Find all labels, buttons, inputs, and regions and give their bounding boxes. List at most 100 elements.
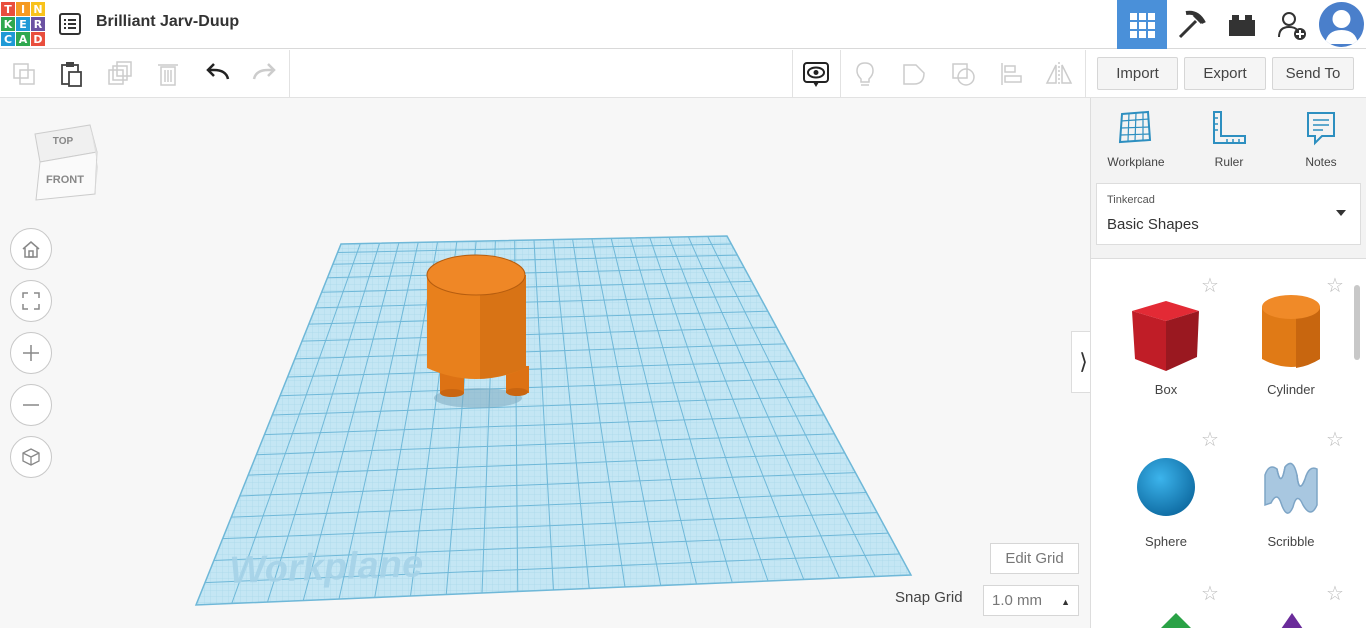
show-all-icon bbox=[803, 62, 829, 87]
shapes-panel: Workplane Ruler Notes Tinkercad Basic Sh… bbox=[1090, 98, 1366, 628]
delete-icon bbox=[158, 64, 178, 86]
library-source: Tinkercad bbox=[1107, 194, 1155, 206]
toolbar-divider bbox=[792, 50, 793, 98]
copy-button[interactable] bbox=[8, 58, 40, 90]
box-shape-icon bbox=[1132, 301, 1199, 371]
library-name: Basic Shapes bbox=[1107, 216, 1199, 233]
redo-icon bbox=[252, 63, 276, 80]
cylinder-shape-icon bbox=[1262, 295, 1320, 368]
zoom-out-icon bbox=[23, 404, 39, 406]
partial-shape-icon bbox=[1281, 613, 1303, 628]
workplane-tool-label: Workplane bbox=[1107, 155, 1165, 169]
zoom-in-icon bbox=[23, 345, 39, 361]
favorite-star-icon[interactable]: ☆ bbox=[1326, 581, 1344, 606]
shapes-grid: ☆ ☆ ☆ ☆ ☆ ☆ Box Cylinder Sphere Scribble bbox=[1091, 258, 1366, 628]
show-all-button[interactable] bbox=[800, 58, 832, 90]
snap-grid-label: Snap Grid bbox=[895, 589, 963, 606]
tinkercad-app: T I N K E R C A D Brilliant Jarv-Duup Im… bbox=[0, 0, 1366, 628]
minecraft-view-button[interactable] bbox=[1167, 0, 1217, 49]
shape-scribble[interactable]: Scribble bbox=[1236, 445, 1346, 549]
edit-grid-button[interactable]: Edit Grid bbox=[990, 543, 1079, 574]
avatar-person-icon bbox=[1325, 10, 1358, 44]
view-cube[interactable]: TOP FRONT bbox=[30, 122, 100, 204]
shape-sphere-label: Sphere bbox=[1145, 534, 1187, 549]
export-button[interactable]: Export bbox=[1184, 57, 1266, 90]
send-to-button[interactable]: Send To bbox=[1272, 57, 1354, 90]
undo-icon bbox=[206, 63, 230, 80]
paste-icon bbox=[61, 62, 82, 87]
tinkercad-logo[interactable]: T I N K E R C A D bbox=[1, 2, 46, 47]
bricks-icon bbox=[1229, 14, 1255, 36]
invite-user-button[interactable] bbox=[1267, 0, 1317, 49]
caret-down-icon bbox=[1336, 210, 1346, 216]
ruler-tool-label: Ruler bbox=[1214, 155, 1244, 169]
duplicate-button[interactable] bbox=[104, 58, 136, 90]
logo-letter: E bbox=[16, 17, 30, 31]
favorite-star-icon[interactable]: ☆ bbox=[1201, 581, 1219, 606]
shape-box[interactable]: Box bbox=[1111, 287, 1221, 397]
design-menu-icon[interactable] bbox=[58, 12, 82, 36]
ungroup-button[interactable] bbox=[947, 58, 979, 90]
chevron-right-icon: ⟩ bbox=[1079, 349, 1088, 374]
undo-button[interactable] bbox=[202, 58, 234, 90]
redo-button[interactable] bbox=[248, 58, 280, 90]
ruler-tool[interactable]: Ruler bbox=[1189, 110, 1269, 169]
import-button[interactable]: Import bbox=[1097, 57, 1178, 90]
zoom-in-button[interactable] bbox=[10, 332, 52, 374]
3d-canvas[interactable]: Workplane TOP FRONT ⟩ Edit Grid Snap Gri… bbox=[0, 98, 1096, 628]
group-button[interactable] bbox=[898, 58, 930, 90]
snap-grid-value: 1.0 mm bbox=[992, 592, 1043, 609]
notes-light-button[interactable] bbox=[849, 58, 881, 90]
notes-tool-label: Notes bbox=[1305, 155, 1337, 169]
shape-sphere[interactable]: Sphere bbox=[1111, 445, 1221, 549]
home-view-icon bbox=[22, 241, 40, 258]
notes-tool[interactable]: Notes bbox=[1281, 110, 1361, 169]
viewcube-top-label: TOP bbox=[53, 136, 74, 147]
viewcube-front-label: FRONT bbox=[46, 174, 84, 186]
light-bulb-icon bbox=[856, 62, 874, 86]
toolbar-divider bbox=[289, 50, 290, 98]
caret-up-icon: ▲ bbox=[1061, 597, 1070, 607]
shape-scribble-label: Scribble bbox=[1267, 534, 1315, 549]
toolbar-divider bbox=[1085, 50, 1086, 98]
shape-box-label: Box bbox=[1154, 382, 1178, 397]
ungroup-icon bbox=[952, 63, 975, 86]
mirror-icon bbox=[1045, 62, 1073, 86]
scribble-shape-icon bbox=[1264, 462, 1318, 514]
workplane-scene: Workplane bbox=[194, 235, 913, 606]
ruler-icon bbox=[1213, 111, 1246, 144]
shape-cylinder[interactable]: Cylinder bbox=[1236, 287, 1346, 397]
mirror-button[interactable] bbox=[1043, 58, 1075, 90]
3d-design-view-icon bbox=[1130, 12, 1155, 38]
home-view-button[interactable] bbox=[10, 228, 52, 270]
pickaxe-icon bbox=[1178, 10, 1206, 38]
logo-letter: R bbox=[31, 17, 45, 31]
panel-scrollbar[interactable] bbox=[1354, 285, 1360, 360]
design-title[interactable]: Brilliant Jarv-Duup bbox=[96, 13, 239, 31]
fit-view-button[interactable] bbox=[10, 280, 52, 322]
align-button[interactable] bbox=[996, 58, 1028, 90]
add-user-icon bbox=[1278, 11, 1306, 40]
copy-icon bbox=[13, 63, 35, 85]
zoom-out-button[interactable] bbox=[10, 384, 52, 426]
top-header: T I N K E R C A D Brilliant Jarv-Duup bbox=[0, 0, 1366, 49]
snap-grid-select[interactable]: 1.0 mm ▲ bbox=[983, 585, 1079, 616]
paste-button[interactable] bbox=[55, 58, 87, 90]
fit-view-icon bbox=[22, 292, 40, 310]
workplane-tool[interactable]: Workplane bbox=[1096, 110, 1176, 169]
toolbar-divider bbox=[840, 50, 841, 98]
bricks-view-button[interactable] bbox=[1217, 0, 1267, 49]
shape-library-select[interactable]: Tinkercad Basic Shapes bbox=[1096, 183, 1361, 245]
user-avatar[interactable] bbox=[1319, 2, 1364, 47]
delete-button[interactable] bbox=[152, 58, 184, 90]
logo-letter: T bbox=[1, 2, 15, 16]
shape-cylinder-label: Cylinder bbox=[1267, 382, 1315, 397]
perspective-icon bbox=[22, 448, 40, 466]
partial-shape-icon bbox=[1161, 613, 1191, 628]
logo-letter: A bbox=[16, 32, 30, 46]
logo-letter: C bbox=[1, 32, 15, 46]
perspective-button[interactable] bbox=[10, 436, 52, 478]
logo-letter: K bbox=[1, 17, 15, 31]
workplane-icon bbox=[1118, 110, 1152, 144]
3d-design-view-button[interactable] bbox=[1117, 0, 1167, 49]
